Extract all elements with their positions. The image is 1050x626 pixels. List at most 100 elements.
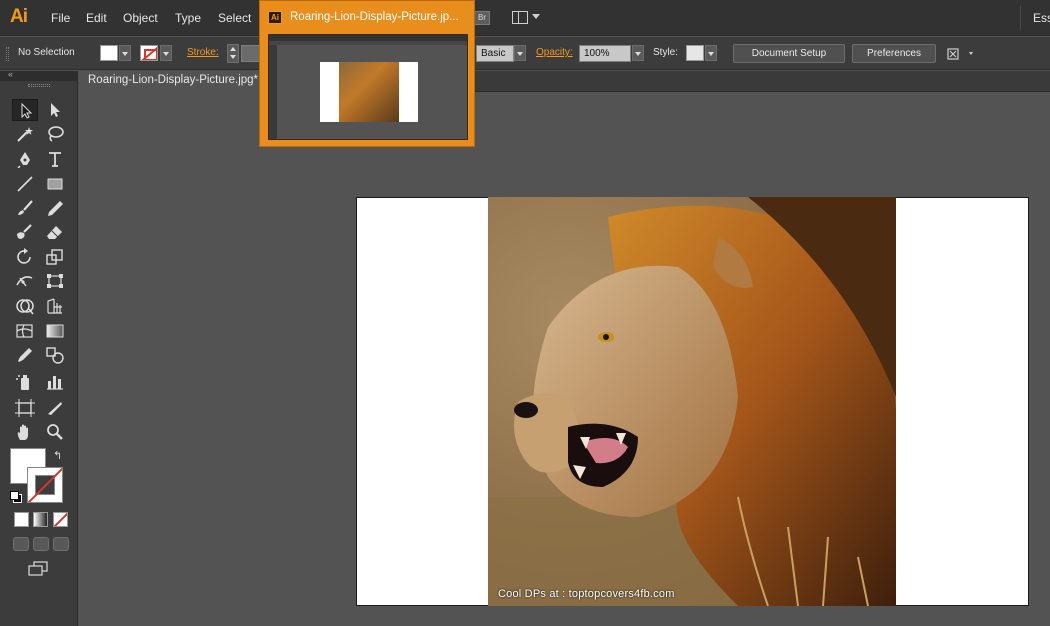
lasso-tool[interactable] [42,123,68,145]
menu-object[interactable]: Object [123,11,158,25]
menu-bar: Ai File Edit Object Type Select Br Ess [0,0,1050,36]
control-panel-icon [947,48,973,60]
free-transform-tool[interactable] [42,270,68,292]
shape-builder-tool[interactable] [12,295,38,317]
change-screen-mode-button[interactable] [27,560,49,578]
opacity-label[interactable]: Opacity: [536,47,573,58]
menu-select[interactable]: Select [218,11,251,25]
stroke-dropdown[interactable] [160,45,172,61]
stroke-color-swatch[interactable] [27,467,63,503]
symbol-sprayer-tool[interactable] [12,371,38,393]
brush-dropdown[interactable] [514,45,526,61]
menu-file[interactable]: File [51,11,70,25]
document-tab-bar: Roaring-Lion-Display-Picture.jpg* [78,71,1050,92]
rotate-icon [17,248,31,264]
illustrator-file-icon: Ai [268,11,282,24]
scale-icon [46,249,63,265]
selection-tool[interactable] [12,99,38,121]
line-icon [17,176,33,192]
eraser-icon [47,226,62,239]
rotate-tool[interactable] [12,246,38,268]
perspective-grid-icon [47,298,62,314]
mesh-tool[interactable] [12,320,38,342]
document-switcher-popup[interactable]: Ai Roaring-Lion-Display-Picture.jp... [259,0,475,147]
draw-behind-button[interactable] [33,537,49,551]
graphic-style-swatch[interactable] [686,45,704,61]
menu-type[interactable]: Type [175,11,201,25]
tools-panel-grip[interactable] [28,84,50,87]
pen-icon [17,152,30,168]
style-dropdown[interactable] [705,45,717,61]
perspective-grid-tool[interactable] [42,295,68,317]
arrange-documents-button[interactable] [512,10,540,26]
lion-photo [488,197,896,606]
placed-image-lion[interactable] [488,197,896,606]
eraser-tool[interactable] [42,221,68,243]
popup-document-title[interactable]: Roaring-Lion-Display-Picture.jp... [290,11,459,23]
selection-status: No Selection [18,47,75,58]
magic-wand-tool[interactable] [12,123,38,145]
blob-brush-icon [17,224,32,239]
artboard-icon [15,399,35,417]
type-tool[interactable] [42,148,68,170]
gradient-icon [46,324,64,338]
panel-grip[interactable] [6,47,9,61]
collapse-chevron-icon[interactable]: « [8,69,13,79]
bridge-button[interactable]: Br [474,11,490,25]
width-icon [16,276,33,287]
scale-tool[interactable] [42,246,68,268]
document-setup-button[interactable]: Document Setup [733,44,845,63]
none-mode-button[interactable] [53,512,68,527]
opacity-dropdown[interactable] [632,45,644,61]
document-thumbnail[interactable] [268,34,468,140]
gradient-tool[interactable] [42,320,68,342]
screen-mode-icon [28,561,48,576]
document-tab[interactable]: Roaring-Lion-Display-Picture.jpg* [78,71,270,92]
pen-tool[interactable] [12,148,38,170]
default-fill-stroke-icon[interactable] [10,491,22,503]
mesh-icon [16,324,33,338]
control-panel-menu-button[interactable] [946,46,976,62]
workspace-switcher[interactable]: Ess [1033,11,1050,25]
brush-definition-field[interactable]: Basic [476,45,514,62]
stroke-swatch[interactable] [140,45,158,61]
opacity-field[interactable]: 100% [579,45,631,62]
line-segment-tool[interactable] [12,173,38,195]
fill-swatch[interactable] [100,45,118,61]
stroke-weight-stepper[interactable] [227,44,239,63]
menu-edit[interactable]: Edit [86,11,107,25]
type-icon [49,152,61,167]
direct-arrow-icon [51,103,60,117]
arrow-icon [21,102,33,119]
fill-dropdown[interactable] [119,45,131,61]
shape-builder-icon [16,299,34,315]
direct-selection-tool[interactable] [42,99,68,121]
rectangle-tool[interactable] [42,173,68,195]
stroke-label[interactable]: Stroke: [187,47,219,58]
swap-fill-stroke-icon[interactable]: ↰ [53,449,62,462]
eyedropper-tool[interactable] [12,344,38,366]
pencil-icon [48,201,63,216]
thumbnail-tools [269,45,277,139]
magic-wand-icon [17,127,33,142]
pencil-tool[interactable] [42,197,68,219]
spray-can-icon [16,375,29,390]
paintbrush-icon [18,200,33,215]
gradient-mode-button[interactable] [33,512,48,527]
slice-tool[interactable] [42,397,68,419]
column-graph-icon [47,376,63,390]
thumbnail-lion [339,62,399,122]
draw-normal-button[interactable] [13,537,29,551]
width-tool[interactable] [12,270,38,292]
column-graph-tool[interactable] [42,371,68,393]
image-watermark: Cool DPs at : toptopcovers4fb.com [498,588,675,600]
zoom-tool[interactable] [42,421,68,443]
blob-brush-tool[interactable] [12,221,38,243]
artboard-tool[interactable] [12,397,38,419]
hand-tool[interactable] [12,421,38,443]
color-mode-button[interactable] [14,512,29,527]
preferences-button[interactable]: Preferences [852,44,936,63]
blend-tool[interactable] [42,344,68,366]
draw-inside-button[interactable] [53,537,69,551]
paintbrush-tool[interactable] [12,197,38,219]
